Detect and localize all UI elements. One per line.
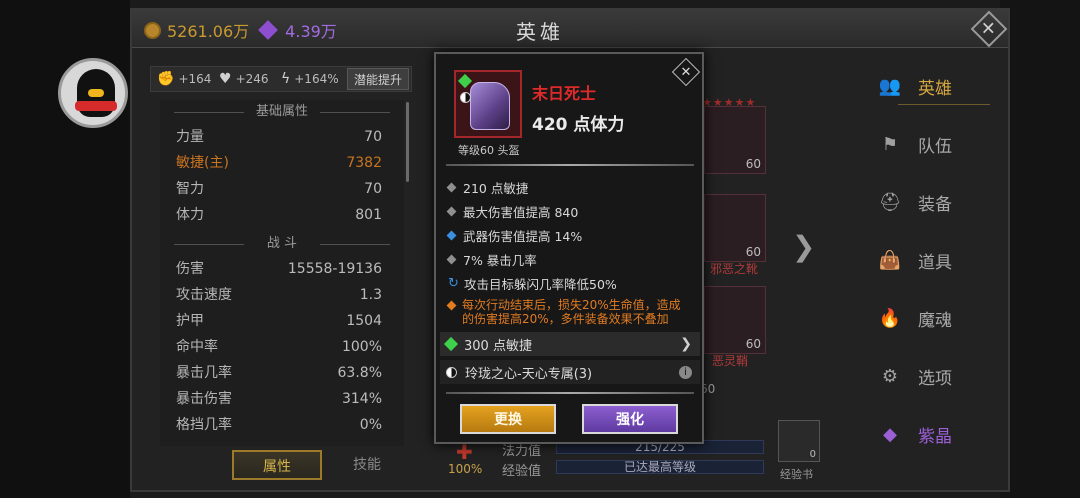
- nav-heroes[interactable]: 👥 英雄: [878, 64, 990, 108]
- attr-row: 智力 70: [176, 181, 382, 197]
- chevron-right-icon: ❯: [680, 336, 692, 352]
- gold-coin-icon: [144, 21, 161, 39]
- player-avatar[interactable]: [58, 58, 128, 128]
- info-icon[interactable]: i: [679, 365, 692, 379]
- attr-row: 体力 801: [176, 207, 382, 223]
- attr-row: 力量 70: [176, 129, 382, 145]
- heroes-icon: 👥: [878, 75, 902, 97]
- power-bonus: ϟ +164%: [281, 71, 339, 87]
- tab-skills[interactable]: 技能: [322, 450, 412, 480]
- combat-row: 暴击伤害 314%: [176, 391, 382, 407]
- bullet-icon: [446, 254, 457, 265]
- nav-souls[interactable]: 🔥 魔魂: [878, 296, 978, 340]
- lightning-icon: ϟ: [281, 71, 291, 87]
- fist-icon: ✊: [157, 71, 175, 87]
- nav-equipment[interactable]: ⛑ 装备: [878, 180, 978, 224]
- green-gem-icon: [457, 73, 473, 89]
- strength-bonus: ✊ +164: [157, 71, 212, 87]
- helmet-icon: ⛑: [878, 191, 902, 213]
- gear-icon: ⚙: [881, 365, 899, 387]
- gold-amount: 5261.06万: [167, 22, 250, 41]
- yinyang-icon: [446, 366, 457, 378]
- nav-crystal[interactable]: ◆ 紫晶: [878, 412, 978, 456]
- exp-bar: 已达最高等级: [556, 460, 764, 474]
- divider: [446, 164, 694, 166]
- combat-row: 暴击几率 63.8%: [176, 365, 382, 381]
- stat-line: 最大伤害值提高 840: [446, 202, 578, 221]
- stat-line: ↻ 攻击目标躲闪几率降低50%: [448, 276, 617, 292]
- item-name: 末日死士: [532, 84, 597, 103]
- item-icon: [454, 70, 522, 138]
- combat-header: 战 斗: [160, 232, 404, 256]
- nav-active-underline: [898, 104, 990, 105]
- attribute-scrollbar[interactable]: [406, 102, 409, 182]
- exp-book-count: 0: [809, 449, 816, 460]
- combat-row: 命中率 100%: [176, 339, 382, 355]
- currency-display: 5261.06万 4.39万: [144, 18, 337, 42]
- next-arrow-icon[interactable]: ❯: [792, 230, 815, 263]
- combat-row: 护甲 1504: [176, 313, 382, 329]
- yinyang-icon: [460, 92, 471, 103]
- equip-slot-weapon[interactable]: 60: [704, 286, 766, 354]
- boots-name: 邪恶之靴: [710, 262, 759, 276]
- exp-book-label: 经验书: [780, 468, 813, 481]
- health-bonus: ♥ +246: [219, 71, 269, 87]
- bullet-icon: [446, 230, 457, 241]
- weapon-name: 恶灵鞘: [712, 354, 749, 368]
- stat-line: 7% 暴击几率: [446, 250, 537, 269]
- special-effect: 每次行动结束后，损失20%生命值，造成的伤害提高20%，多件装备效果不叠加: [446, 298, 692, 326]
- tab-attributes[interactable]: 属性: [232, 450, 322, 480]
- gem-socket-row[interactable]: 300 点敏捷 ❯: [440, 332, 700, 356]
- item-main-stat: 420 点体力: [532, 115, 625, 135]
- nav-items[interactable]: 👜 道具: [878, 238, 978, 282]
- replace-button[interactable]: 更换: [460, 404, 556, 434]
- set-bonus-row[interactable]: 玲珑之心-天心专属(3) i: [440, 360, 700, 384]
- combat-row: 伤害 15558-19136: [176, 261, 382, 277]
- equip-slot[interactable]: 60: [704, 106, 766, 174]
- enhance-button[interactable]: 强化: [582, 404, 678, 434]
- combat-row: 格挡几率 0%: [176, 417, 382, 433]
- crystal-icon: ◆: [883, 423, 897, 445]
- attribute-panel: 基础属性 力量 70 敏捷(主) 7382 智力 70 体力 801 战 斗 伤害 155…: [160, 100, 404, 446]
- health-percent: 100%: [448, 462, 483, 476]
- bullet-icon: [446, 206, 457, 217]
- tooltip-close-button[interactable]: ✕: [671, 57, 701, 87]
- exp-book-button[interactable]: 0: [778, 420, 820, 462]
- potential-upgrade-button[interactable]: 潜能提升: [347, 68, 410, 90]
- equip-slot-boots[interactable]: 60: [704, 194, 766, 262]
- bag-icon: 👜: [878, 249, 902, 271]
- crystal-amount: 4.39万: [285, 22, 337, 41]
- penguin-scarf: [75, 101, 117, 111]
- flame-icon: 🔥: [878, 307, 902, 329]
- stat-line: 210 点敏捷: [446, 178, 528, 197]
- heart-icon: ♥: [219, 71, 232, 87]
- stat-bonus-bar: ✊ +164 ♥ +246 ϟ +164% 潜能提升: [150, 66, 412, 92]
- exp-label: 经验值: [502, 464, 542, 479]
- item-level-type: 等级60 头盔: [458, 144, 520, 157]
- close-icon: ✕: [981, 18, 997, 40]
- nav-options[interactable]: ⚙ 选项: [878, 354, 978, 398]
- bullet-icon: [446, 182, 457, 193]
- item-tooltip: ✕ 末日死士 420 点体力 等级60 头盔 210 点敏捷 最大伤害值提高 8…: [434, 52, 704, 444]
- stat-line: 武器伤害值提高 14%: [446, 226, 582, 245]
- cycle-icon: ↻: [448, 276, 459, 291]
- attr-row: 敏捷(主) 7382: [176, 155, 382, 171]
- tab-bar: 属性 技能: [232, 450, 412, 480]
- close-icon: ✕: [680, 64, 692, 80]
- base-attributes-header: 基础属性: [160, 100, 404, 124]
- nav-team[interactable]: ⚑ 队伍: [878, 122, 978, 166]
- penguin-beak: [88, 89, 104, 97]
- combat-row: 攻击速度 1.3: [176, 287, 382, 303]
- green-gem-icon: [443, 336, 459, 352]
- helmet-icon: [470, 82, 510, 130]
- crystal-icon: [258, 20, 279, 40]
- divider: [446, 392, 694, 394]
- flag-icon: ⚑: [881, 133, 899, 155]
